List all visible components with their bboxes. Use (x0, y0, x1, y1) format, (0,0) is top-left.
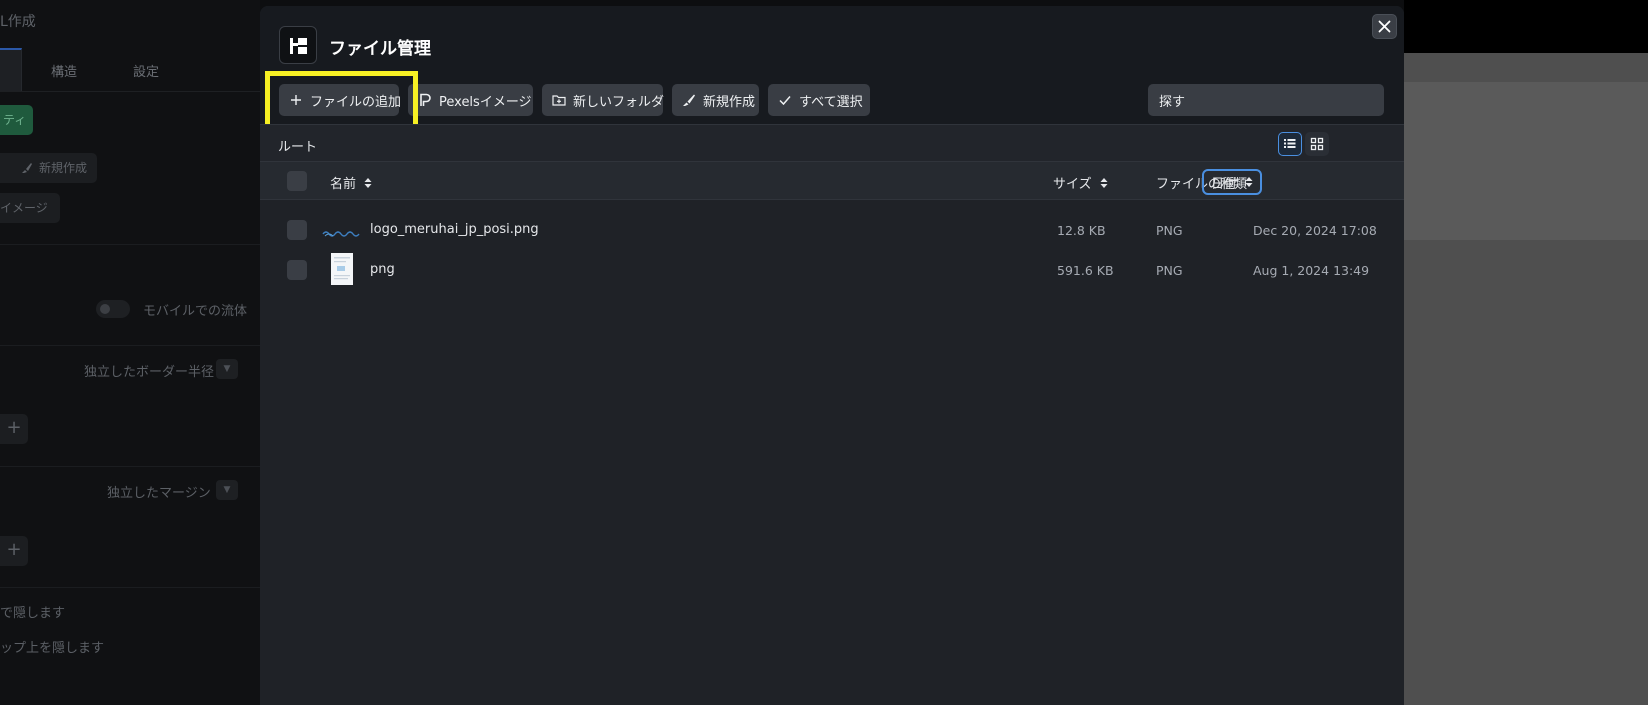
add-icon[interactable]: + (0, 414, 28, 444)
border-radius-label: 独立したボーダー半径 (84, 365, 215, 380)
column-name-label: 名前 (330, 177, 357, 192)
select-all-label: すべて選択 (799, 94, 863, 110)
select-all-button[interactable]: すべて選択 (768, 84, 870, 116)
list-icon (1284, 139, 1296, 148)
column-name[interactable]: 名前 (330, 173, 372, 192)
divider (0, 244, 260, 245)
chevron-down-icon[interactable]: ▼ (216, 359, 238, 379)
hide-text-laptop: ップ上を隠します (0, 641, 105, 656)
file-name[interactable]: logo_meruhai_jp_posi.png (370, 222, 539, 237)
pexels-label: Pexelsイメージ (439, 94, 532, 110)
new-create-button[interactable]: 新規作成 (672, 84, 759, 116)
path-bar: ルート (260, 124, 1404, 162)
tab-structure[interactable]: 構造 (51, 61, 77, 80)
brush-icon (22, 163, 32, 173)
margin-label: 独立したマージン (107, 486, 211, 501)
check-icon (778, 93, 792, 107)
bg-new-create-button[interactable]: 新規作成 (11, 153, 98, 183)
row-checkbox[interactable] (287, 220, 307, 240)
tab-active-properties[interactable] (0, 48, 22, 92)
column-size-label: サイズ (1053, 177, 1092, 192)
divider (0, 587, 260, 588)
select-all-checkbox[interactable] (287, 171, 307, 191)
add-file-label: ファイルの追加 (310, 94, 402, 110)
table-row[interactable]: logo_meruhai_jp_posi.png 12.8 KB PNG Dec… (260, 211, 1404, 249)
hide-text-desktop: で隠します (0, 606, 66, 621)
add-file-button[interactable]: ファイルの追加 (279, 84, 402, 116)
file-manager-icon (279, 26, 317, 64)
file-date: Dec 20, 2024 17:08 (1253, 223, 1377, 238)
file-type: PNG (1156, 263, 1183, 278)
close-icon (1378, 20, 1391, 33)
logo-thumbnail (322, 224, 362, 237)
editor-title: L作成 (0, 14, 36, 30)
folder-plus-icon (552, 93, 566, 107)
new-folder-label: 新しいフォルダ (573, 94, 665, 110)
breadcrumb-root[interactable]: ルート (278, 136, 317, 155)
new-create-label: 新規作成 (703, 94, 756, 110)
new-folder-button[interactable]: 新しいフォルダ (542, 84, 665, 116)
table-header: 名前 サイズ ファイルの種類 日付 (260, 162, 1404, 200)
sort-icon (1245, 177, 1253, 187)
column-date-label: 日付 (1211, 176, 1238, 192)
file-size: 12.8 KB (1057, 223, 1106, 238)
sort-icon (364, 177, 372, 188)
pexels-images-button[interactable]: Pexelsイメージ (408, 84, 533, 116)
divider (0, 345, 260, 346)
bg-image-button[interactable]: イメージ (0, 193, 60, 223)
plus-icon (289, 93, 303, 107)
document-thumbnail (331, 253, 353, 285)
column-size[interactable]: サイズ (1053, 173, 1108, 192)
tab-settings[interactable]: 設定 (133, 61, 159, 80)
grid-view-button[interactable] (1305, 132, 1329, 156)
properties-button[interactable]: ティ (0, 105, 33, 135)
search-input[interactable] (1148, 84, 1384, 116)
file-date: Aug 1, 2024 13:49 (1253, 263, 1370, 278)
mobile-fluid-label: モバイルでの流体 (143, 304, 248, 319)
chevron-down-icon[interactable]: ▼ (216, 480, 238, 500)
bg-new-create-label: 新規作成 (39, 161, 88, 175)
file-size: 591.6 KB (1057, 263, 1114, 278)
modal-title: ファイル管理 (329, 39, 431, 59)
add-icon[interactable]: + (0, 536, 28, 566)
file-name[interactable]: png (370, 262, 395, 277)
mobile-fluid-toggle[interactable] (96, 300, 130, 318)
sort-icon (1100, 177, 1108, 188)
top-bar (1404, 0, 1648, 53)
row-checkbox[interactable] (287, 260, 307, 280)
left-panel (0, 0, 260, 705)
grid-icon (1310, 137, 1324, 151)
divider (0, 466, 260, 467)
pexels-icon (418, 93, 432, 107)
tab-divider (0, 91, 260, 92)
preview-band (1404, 82, 1648, 240)
close-button[interactable] (1372, 14, 1397, 39)
file-type: PNG (1156, 223, 1183, 238)
file-manager-modal: ファイル管理 ファイルの追加 Pexelsイメージ 新しいフォルダ 新規作成 す (260, 6, 1404, 705)
table-row[interactable]: png 591.6 KB PNG Aug 1, 2024 13:49 (260, 251, 1404, 289)
list-view-button[interactable] (1278, 132, 1302, 156)
column-date[interactable]: 日付 (1202, 169, 1262, 195)
brush-icon (682, 93, 696, 107)
